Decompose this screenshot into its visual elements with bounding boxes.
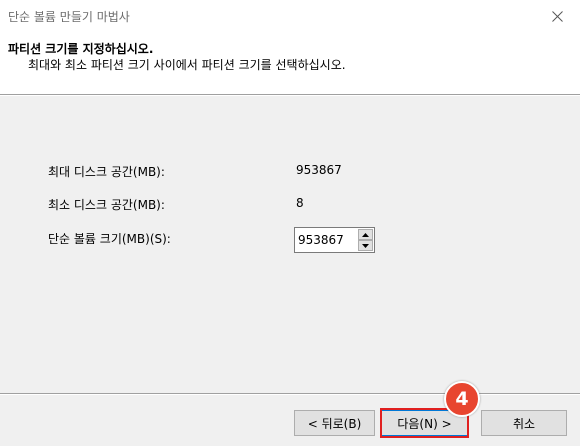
window-title: 단순 볼륨 만들기 마법사 <box>8 10 130 24</box>
volume-size-label: 단순 볼륨 크기(MB)(S): <box>48 232 171 246</box>
volume-size-stepper <box>294 227 375 253</box>
min-disk-space-value: 8 <box>296 196 304 210</box>
page-subtitle: 최대와 최소 파티션 크기 사이에서 파티션 크기를 선택하십시오. <box>28 58 346 72</box>
max-disk-space-value: 953867 <box>296 163 342 177</box>
footer-divider-highlight <box>0 394 580 395</box>
step-number-badge: 4 <box>444 381 480 417</box>
back-button[interactable]: < 뒤로(B) <box>294 410 375 436</box>
cancel-button[interactable]: 취소 <box>481 410 567 436</box>
max-disk-space-label: 최대 디스크 공간(MB): <box>48 165 165 179</box>
arrow-up-icon <box>362 232 369 237</box>
wizard-window: 단순 볼륨 만들기 마법사 파티션 크기를 지정하십시오. 최대와 최소 파티션… <box>0 0 580 446</box>
header-divider-highlight <box>0 95 580 96</box>
arrow-down-icon <box>362 243 369 248</box>
title-bar: 단순 볼륨 만들기 마법사 <box>0 0 580 32</box>
min-disk-space-label: 최소 디스크 공간(MB): <box>48 198 165 212</box>
page-title: 파티션 크기를 지정하십시오. <box>8 42 154 56</box>
spin-up-button[interactable] <box>358 229 373 240</box>
wizard-header: 파티션 크기를 지정하십시오. 최대와 최소 파티션 크기 사이에서 파티션 크… <box>0 32 580 94</box>
close-icon <box>551 10 563 22</box>
spin-down-button[interactable] <box>358 240 373 251</box>
close-button[interactable] <box>534 0 580 32</box>
volume-size-input[interactable] <box>296 229 356 251</box>
